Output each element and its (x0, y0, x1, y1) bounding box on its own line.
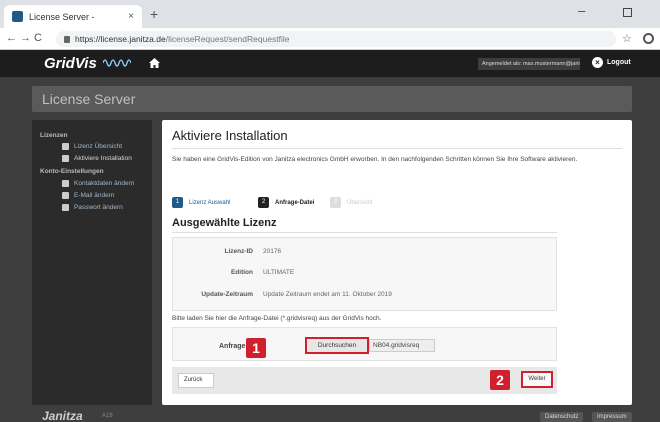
edition-row: Edition ULTIMATE (173, 269, 294, 276)
profile-icon[interactable] (643, 33, 654, 44)
login-info: Angemeldet als: max.mustermann@janitza.d… (478, 58, 580, 70)
sidebar-item-label: Lizenz Übersicht (74, 143, 123, 150)
step-label: Übersicht (347, 199, 373, 206)
favicon-icon (12, 11, 23, 22)
logout-label: Logout (607, 59, 631, 66)
app-header: GridVis Angemeldet als: max.mustermann@j… (0, 50, 660, 77)
user-icon (62, 180, 69, 187)
step-number: 3 (330, 197, 341, 208)
tab-title: License Server - (29, 11, 95, 22)
divider (172, 232, 557, 233)
divider (172, 148, 622, 149)
step-marker-2: 2 (490, 370, 510, 390)
license-id-label: Lizenz-ID (224, 248, 253, 255)
minimize-button[interactable]: – (578, 3, 585, 18)
update-period-label: Update-Zeitraum (201, 291, 253, 298)
page-title-bar: License Server (32, 86, 632, 112)
step-number: 2 (258, 197, 269, 208)
upload-box: Anfrage Durchsuchen NB04.gridvisreq (172, 327, 557, 361)
browser-tab[interactable]: License Server - × (4, 5, 142, 28)
sidebar-item-contact[interactable]: Kontaktdaten ändern (62, 180, 134, 187)
maximize-button[interactable] (623, 8, 632, 17)
page-title: License Server (42, 91, 136, 107)
update-period-value: Update Zeitraum endet am 11. Oktober 201… (263, 291, 392, 298)
main-panel: Aktiviere Installation Sie haben eine Gr… (162, 120, 632, 405)
footer-version: A18 (102, 413, 113, 419)
step-number: 1 (172, 197, 183, 208)
url-host: https://license.janitza.de (75, 34, 166, 44)
footer-logo: Janitza (42, 409, 83, 422)
address-bar: ← → C https://license.janitza.de/license… (0, 28, 660, 50)
step-3: 3 Übersicht (330, 197, 372, 208)
tab-close-icon[interactable]: × (128, 11, 134, 22)
sidebar-item-activate-installation[interactable]: Aktiviere Installation (62, 155, 132, 162)
url-path: /licenseRequest/sendRequestfile (165, 34, 290, 44)
sidebar-item-label: Passwort ändern (74, 204, 123, 211)
close-circle-icon: × (592, 57, 603, 68)
bookmark-star-icon[interactable]: ☆ (622, 32, 632, 45)
forward-arrow-icon[interactable]: → (20, 32, 31, 44)
footer: Janitza A18 Datenschutz Impressum (32, 409, 632, 422)
wave-logo-icon (103, 59, 131, 67)
privacy-link[interactable]: Datenschutz (540, 412, 584, 422)
url-input[interactable]: https://license.janitza.de/licenseReques… (56, 31, 616, 47)
check-icon (62, 155, 69, 162)
list-icon (62, 143, 69, 150)
license-details: Lizenz-ID 20176 Edition ULTIMATE Update-… (172, 237, 557, 311)
intro-text: Sie haben eine GridVis-Edition von Janit… (172, 156, 578, 163)
sidebar-item-label: Kontaktdaten ändern (74, 180, 135, 187)
step-label: Lizenz Auswahl (189, 199, 231, 206)
sidebar-item-label: E-Mail ändern (74, 192, 115, 199)
lock-icon (62, 204, 69, 211)
imprint-link[interactable]: Impressum (592, 412, 632, 422)
reload-icon[interactable]: C (34, 32, 42, 44)
step-2: 2 Anfrage-Datei (258, 197, 314, 208)
license-id-value: 20176 (263, 248, 282, 255)
upload-note: Bitte laden Sie hier die Anfrage-Datei (… (172, 315, 382, 322)
step-marker-1: 1 (246, 338, 266, 358)
sidebar-section-licenses: Lizenzen (40, 132, 68, 139)
section-title: Ausgewählte Lizenz (172, 217, 277, 229)
sidebar: Lizenzen Lizenz Übersicht Aktiviere Inst… (32, 120, 152, 405)
update-period-row: Update-Zeitraum Update Zeitraum endet am… (173, 291, 392, 298)
file-name-field[interactable]: NB04.gridvisreq (369, 339, 435, 352)
sidebar-item-label: Aktiviere Installation (74, 155, 132, 162)
step-label: Anfrage-Datei (275, 199, 315, 206)
home-icon[interactable] (149, 58, 160, 68)
main-title: Aktiviere Installation (172, 128, 288, 143)
new-tab-button[interactable]: + (150, 6, 158, 22)
brand-logo[interactable]: GridVis (44, 55, 97, 72)
user-icon (62, 192, 69, 199)
sidebar-section-account: Konto-Einstellungen (40, 168, 104, 175)
step-1: 1 Lizenz Auswahl (172, 197, 230, 208)
lock-icon (64, 35, 70, 43)
browser-tabbar: License Server - × + – (0, 0, 660, 28)
license-id-row: Lizenz-ID 20176 (173, 248, 281, 255)
logout-button[interactable]: × Logout (592, 57, 631, 68)
sidebar-item-password[interactable]: Passwort ändern (62, 204, 123, 211)
browse-button[interactable]: Durchsuchen (305, 337, 369, 354)
edition-label: Edition (230, 269, 253, 276)
upload-label: Anfrage (219, 343, 246, 350)
sidebar-item-license-overview[interactable]: Lizenz Übersicht (62, 143, 122, 150)
next-button[interactable]: Weiter (521, 371, 553, 388)
edition-value: ULTIMATE (263, 269, 295, 276)
back-arrow-icon[interactable]: ← (6, 32, 17, 44)
back-button[interactable]: Zurück (178, 373, 214, 388)
sidebar-item-email[interactable]: E-Mail ändern (62, 192, 114, 199)
